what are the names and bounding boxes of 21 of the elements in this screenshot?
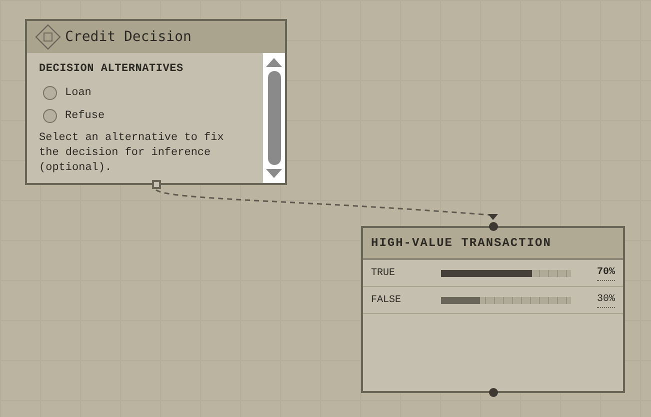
output-port[interactable] — [489, 388, 498, 397]
probability-value: 70% — [596, 265, 615, 281]
radio-button[interactable] — [43, 86, 57, 100]
probability-value: 30% — [596, 292, 615, 308]
alternative-label[interactable]: Refuse — [65, 108, 105, 124]
node-title: HIGH-VALUE TRANSACTION — [371, 235, 552, 252]
connector-port[interactable] — [152, 180, 161, 189]
input-port[interactable] — [489, 222, 498, 231]
scroll-down-icon[interactable] — [266, 169, 282, 179]
state-label: TRUE — [371, 266, 396, 280]
scroll-thumb[interactable] — [268, 71, 280, 165]
decision-icon — [35, 24, 61, 50]
scrollbar[interactable] — [263, 53, 285, 183]
scroll-up-icon[interactable] — [266, 57, 282, 67]
alternative-label[interactable]: Loan — [65, 84, 92, 101]
section-label: DECISION ALTERNATIVES — [39, 62, 184, 77]
node-title: Credit Decision — [65, 28, 192, 46]
hint-text: Select an alternative to fix the decision for inference (optional). — [39, 130, 225, 176]
state-label: FALSE — [371, 294, 402, 308]
arrow-icon — [488, 214, 498, 220]
radio-button[interactable] — [43, 109, 57, 124]
